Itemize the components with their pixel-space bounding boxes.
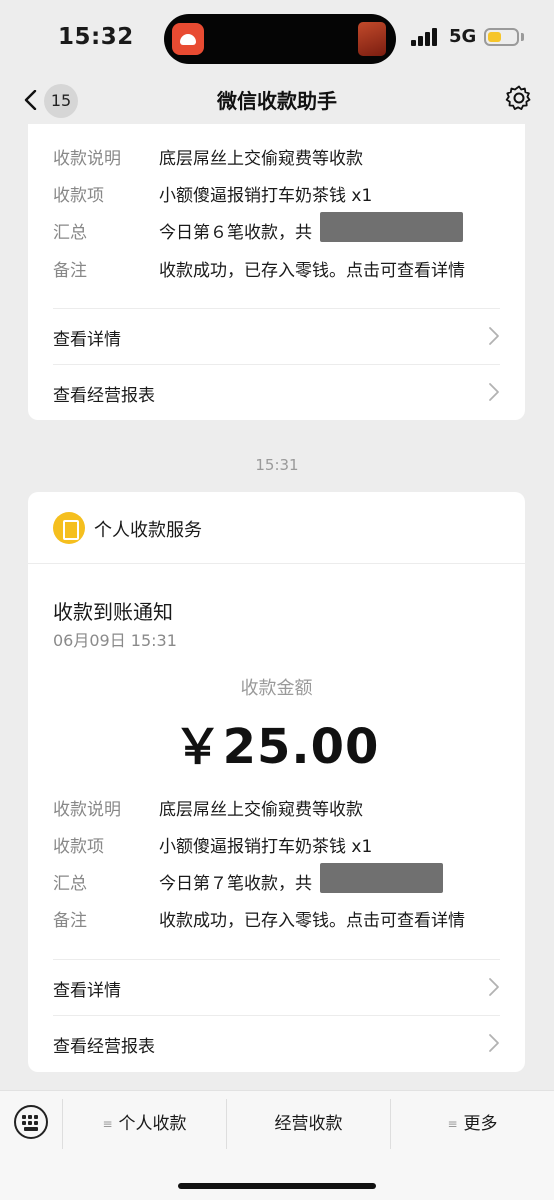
live-activity-app-icon bbox=[172, 23, 204, 55]
nav-bar: 15 微信收款助手 bbox=[0, 76, 554, 124]
info-label: 收款说明 bbox=[53, 149, 121, 169]
info-label: 收款项 bbox=[53, 837, 104, 857]
status-bar: 15:32 5G bbox=[0, 0, 554, 76]
info-value: 底层屌丝上交偷窥费等收款 bbox=[159, 800, 363, 820]
menu-business-collection[interactable]: 经营收款 bbox=[227, 1099, 390, 1149]
redacted-total bbox=[320, 212, 463, 242]
live-activity-artwork-icon bbox=[358, 22, 386, 56]
info-value: 小额傻逼报销打车奶茶钱 x1 bbox=[159, 837, 373, 857]
link-label: 查看经营报表 bbox=[53, 1037, 155, 1057]
menu-more[interactable]: ≡ 更多 bbox=[391, 1099, 554, 1149]
view-report-link[interactable]: 查看经营报表 bbox=[53, 364, 500, 420]
chevron-right-icon bbox=[489, 327, 499, 345]
link-label: 查看经营报表 bbox=[53, 386, 155, 406]
chevron-right-icon bbox=[489, 1034, 499, 1052]
view-details-link[interactable]: 查看详情 bbox=[53, 308, 500, 364]
info-row-description: 收款说明 底层屌丝上交偷窥费等收款 bbox=[53, 795, 505, 825]
link-label: 查看详情 bbox=[53, 981, 121, 1001]
view-report-link[interactable]: 查看经营报表 bbox=[53, 1015, 500, 1071]
battery-tip bbox=[521, 33, 524, 41]
menu-label: 经营收款 bbox=[274, 1114, 343, 1134]
notice-title: 收款到账通知 bbox=[53, 600, 173, 624]
info-row-item: 收款项 小额傻逼报销打车奶茶钱 x1 bbox=[53, 832, 505, 862]
info-value: 今日第７笔收款，共 bbox=[159, 874, 312, 894]
link-label: 查看详情 bbox=[53, 330, 121, 350]
info-row-description: 收款说明 底层屌丝上交偷窥费等收款 bbox=[53, 144, 505, 174]
info-label: 汇总 bbox=[53, 874, 87, 894]
service-header[interactable]: 个人收款服务 bbox=[28, 492, 525, 564]
info-row-remark: 备注 收款成功，已存入零钱。点击可查看详情 bbox=[53, 906, 505, 936]
info-value: 小额傻逼报销打车奶茶钱 x1 bbox=[159, 186, 373, 206]
info-label: 汇总 bbox=[53, 223, 87, 243]
redacted-total bbox=[320, 863, 443, 893]
battery-icon bbox=[484, 28, 519, 46]
previous-payment-card[interactable]: 收款说明 底层屌丝上交偷窥费等收款 收款项 小额傻逼报销打车奶茶钱 x1 汇总 … bbox=[28, 124, 525, 420]
info-label: 备注 bbox=[53, 911, 87, 931]
menu-label: 个人收款 bbox=[118, 1114, 187, 1134]
keyboard-icon[interactable] bbox=[14, 1105, 48, 1139]
info-value: 今日第６笔收款，共 bbox=[159, 223, 312, 243]
info-value: 底层屌丝上交偷窥费等收款 bbox=[159, 149, 363, 169]
payment-amount: ￥25.00 bbox=[173, 719, 380, 775]
service-logo-icon bbox=[53, 512, 85, 544]
menu-label: 更多 bbox=[463, 1114, 498, 1134]
info-row-remark: 备注 收款成功，已存入零钱。点击可查看详情 bbox=[53, 256, 505, 286]
chevron-right-icon bbox=[489, 978, 499, 996]
status-time: 15:32 bbox=[58, 24, 134, 50]
service-name: 个人收款服务 bbox=[94, 520, 202, 541]
info-value: 收款成功，已存入零钱。点击可查看详情 bbox=[159, 261, 465, 281]
menu-icon: ≡ bbox=[447, 1117, 458, 1131]
info-label: 收款项 bbox=[53, 186, 104, 206]
info-row-item: 收款项 小额傻逼报销打车奶茶钱 x1 bbox=[53, 181, 505, 211]
menu-personal-collection[interactable]: ≡ 个人收款 bbox=[63, 1099, 226, 1149]
network-type: 5G bbox=[449, 26, 477, 47]
page-title: 微信收款助手 bbox=[217, 89, 337, 113]
info-row-summary: 汇总 今日第６笔收款，共 bbox=[53, 212, 505, 248]
message-timestamp: 15:31 bbox=[255, 456, 299, 474]
notice-time: 06月09日 15:31 bbox=[53, 631, 177, 650]
view-details-link[interactable]: 查看详情 bbox=[53, 959, 500, 1015]
info-label: 收款说明 bbox=[53, 800, 121, 820]
amount-label: 收款金额 bbox=[240, 678, 313, 699]
menu-icon: ≡ bbox=[102, 1117, 113, 1131]
info-label: 备注 bbox=[53, 261, 87, 281]
chevron-right-icon bbox=[489, 383, 499, 401]
home-indicator bbox=[178, 1183, 376, 1189]
info-row-summary: 汇总 今日第７笔收款，共 bbox=[53, 863, 505, 899]
latest-payment-card[interactable]: 个人收款服务 收款到账通知 06月09日 15:31 收款金额 ￥25.00 收… bbox=[28, 492, 525, 1072]
info-value: 收款成功，已存入零钱。点击可查看详情 bbox=[159, 911, 465, 931]
cellular-signal-icon bbox=[411, 28, 439, 46]
dynamic-island bbox=[164, 14, 396, 64]
gear-icon[interactable] bbox=[505, 84, 533, 112]
